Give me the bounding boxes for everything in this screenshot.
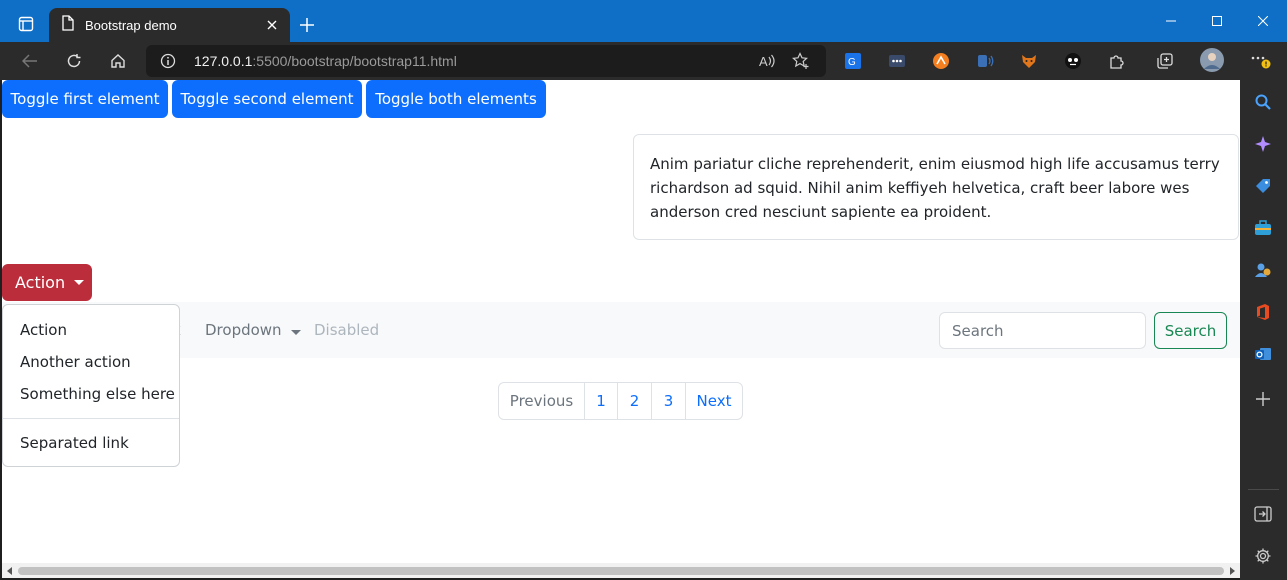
- dropdown-divider: [3, 418, 179, 419]
- edge-sidebar: [1240, 80, 1287, 580]
- copilot-sparkle-icon[interactable]: [1251, 132, 1275, 156]
- toggle-second-button[interactable]: Toggle second element: [172, 80, 362, 118]
- audio-extension-icon[interactable]: [974, 50, 996, 72]
- svg-text:A: A: [759, 54, 768, 69]
- settings-more-icon[interactable]: [1250, 50, 1272, 72]
- translate-extension-icon[interactable]: G: [842, 50, 864, 72]
- page-2[interactable]: 2: [617, 383, 651, 419]
- face-extension-icon[interactable]: [1062, 50, 1084, 72]
- dropdown-separated-item[interactable]: Separated link: [20, 434, 129, 452]
- dots-extension-icon[interactable]: [886, 50, 908, 72]
- new-tab-button[interactable]: [294, 12, 320, 38]
- profile-avatar[interactable]: [1199, 47, 1225, 73]
- collapse-card: Anim pariatur cliche reprehenderit, enim…: [633, 134, 1239, 240]
- url-text: 127.0.0.1:5500/bootstrap/bootstrap11.htm…: [194, 53, 457, 69]
- navbar: k Dropdown Disabled Search: [2, 302, 1240, 358]
- dropdown-menu: Action Another action Something else her…: [2, 304, 180, 467]
- collapse-card-text: Anim pariatur cliche reprehenderit, enim…: [650, 155, 1220, 221]
- hide-sidebar-icon[interactable]: [1251, 502, 1275, 526]
- tab-title: Bootstrap demo: [85, 17, 177, 33]
- page-viewport: Toggle first element Toggle second eleme…: [2, 80, 1240, 563]
- dropdown-item[interactable]: Another action: [20, 353, 131, 371]
- url-host: 127.0.0.1: [194, 53, 253, 69]
- url-path: :5500/bootstrap/bootstrap11.html: [252, 53, 457, 69]
- page-3[interactable]: 3: [651, 383, 685, 419]
- page-file-icon: [61, 14, 75, 36]
- horizontal-scrollbar[interactable]: [2, 563, 1240, 578]
- office-icon[interactable]: [1251, 300, 1275, 324]
- title-bar: Bootstrap demo: [0, 0, 1287, 42]
- browser-toolbar: 127.0.0.1:5500/bootstrap/bootstrap11.htm…: [0, 42, 1287, 80]
- pagination: Previous 1 2 3 Next: [498, 382, 743, 420]
- scroll-left-arrow-icon[interactable]: [4, 565, 16, 576]
- toggle-both-button[interactable]: Toggle both elements: [366, 80, 546, 118]
- browser-tab[interactable]: Bootstrap demo: [49, 8, 290, 42]
- address-bar[interactable]: 127.0.0.1:5500/bootstrap/bootstrap11.htm…: [146, 45, 826, 77]
- sidebar-divider: [1248, 489, 1279, 490]
- add-plus-icon[interactable]: [1251, 387, 1275, 411]
- orange-extension-icon[interactable]: [930, 50, 952, 72]
- page-1[interactable]: 1: [584, 383, 617, 419]
- games-person-icon[interactable]: [1251, 258, 1275, 282]
- dropdown-item[interactable]: Something else here: [20, 385, 175, 403]
- search-input[interactable]: [939, 312, 1146, 349]
- outlook-icon[interactable]: [1251, 342, 1275, 366]
- navbar-dropdown-label: Dropdown: [205, 321, 282, 339]
- fox-extension-icon[interactable]: [1018, 50, 1040, 72]
- page-previous[interactable]: Previous: [499, 383, 584, 419]
- refresh-icon[interactable]: [58, 46, 90, 76]
- svg-text:G: G: [848, 57, 856, 68]
- action-dropdown-button[interactable]: Action: [2, 264, 92, 301]
- close-window-button[interactable]: [1240, 6, 1286, 36]
- toggle-first-button[interactable]: Toggle first element: [2, 80, 168, 118]
- minimize-button[interactable]: [1148, 6, 1194, 36]
- navbar-disabled-link: Disabled: [314, 321, 380, 339]
- scroll-right-arrow-icon[interactable]: [1226, 565, 1238, 576]
- page-next[interactable]: Next: [685, 383, 742, 419]
- read-aloud-icon[interactable]: A: [756, 50, 778, 72]
- favorite-star-icon[interactable]: [790, 50, 812, 72]
- site-info-icon[interactable]: [160, 53, 176, 74]
- tools-briefcase-icon[interactable]: [1251, 216, 1275, 240]
- dropdown-item[interactable]: Action: [20, 321, 67, 339]
- extensions-puzzle-icon[interactable]: [1106, 50, 1128, 72]
- shopping-tag-icon[interactable]: [1251, 174, 1275, 198]
- scrollbar-thumb[interactable]: [18, 567, 1224, 575]
- caret-down-icon: [290, 330, 301, 335]
- collections-icon[interactable]: [1154, 50, 1176, 72]
- action-button-label: Action: [15, 273, 66, 292]
- search-button[interactable]: Search: [1154, 312, 1227, 349]
- tab-actions-icon[interactable]: [10, 10, 42, 38]
- tab-close-icon[interactable]: [258, 11, 286, 39]
- home-icon[interactable]: [102, 46, 134, 76]
- navbar-dropdown[interactable]: Dropdown: [205, 321, 301, 339]
- maximize-button[interactable]: [1194, 6, 1240, 36]
- search-icon[interactable]: [1251, 90, 1275, 114]
- sidebar-settings-gear-icon[interactable]: [1251, 544, 1275, 568]
- caret-down-icon: [74, 280, 85, 285]
- back-arrow-icon[interactable]: [14, 46, 46, 76]
